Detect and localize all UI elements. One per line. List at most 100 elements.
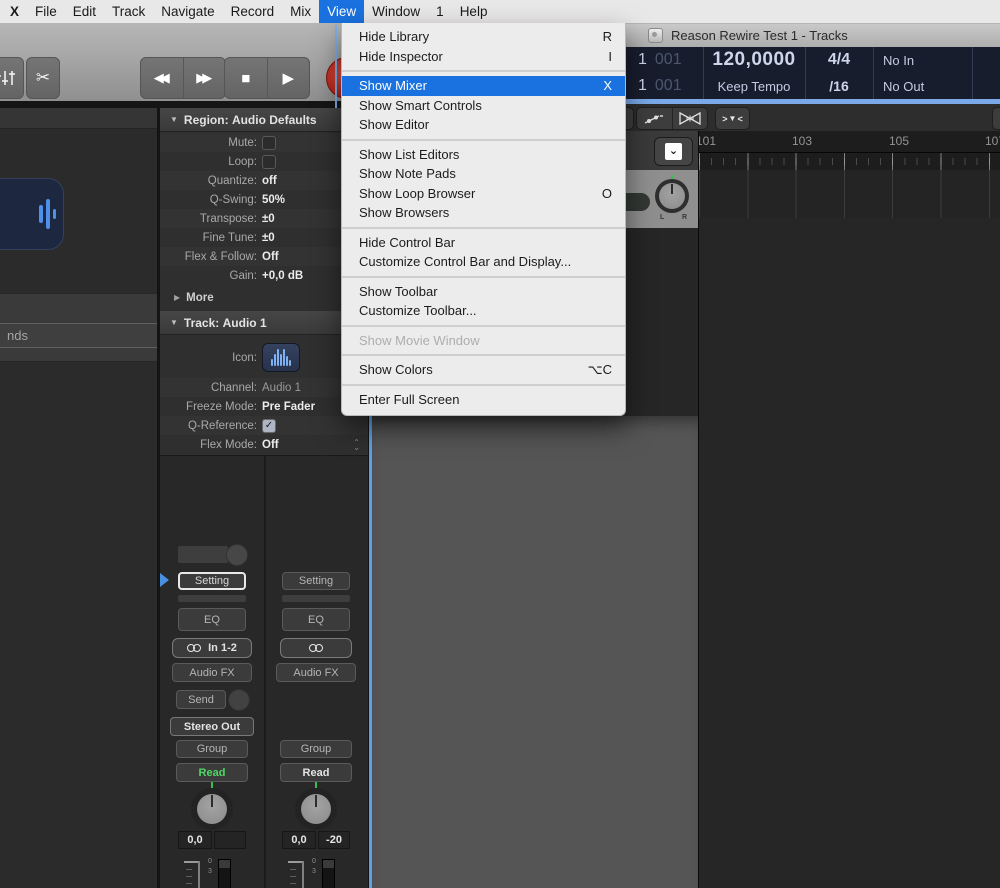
- menu-item-show-colors[interactable]: Show Colors ⌥C: [342, 360, 625, 380]
- menubar-item-track[interactable]: Track: [104, 0, 153, 23]
- inspector-row-flexfollow[interactable]: Flex & Follow: Off: [160, 247, 368, 266]
- lcd-tempo-mode-cell[interactable]: Keep Tempo: [703, 73, 805, 99]
- tracks-window-titlebar[interactable]: Reason Rewire Test 1 - Tracks: [626, 23, 1000, 48]
- automation-button-right[interactable]: Read: [280, 763, 352, 782]
- lcd-divider: [873, 47, 874, 99]
- mute-checkbox[interactable]: [262, 136, 276, 150]
- lcd-signature-cell[interactable]: 4/4: [805, 47, 873, 73]
- menubar-item-navigate[interactable]: Navigate: [153, 0, 222, 23]
- inspector-row-qswing[interactable]: Q-Swing: 50%: [160, 190, 368, 209]
- input-button-right[interactable]: [280, 638, 352, 658]
- rewind-button[interactable]: ◀◀: [141, 58, 183, 98]
- flex-button[interactable]: [672, 108, 708, 129]
- lcd-position-bar2[interactable]: 1 001: [638, 73, 682, 99]
- menu-item-hide-control-bar[interactable]: Hide Control Bar: [342, 233, 625, 253]
- menubar-item-view[interactable]: View: [319, 0, 364, 23]
- inspector-row-mute[interactable]: Mute:: [160, 133, 368, 152]
- stop-button[interactable]: ■: [225, 58, 267, 98]
- gain-knob[interactable]: [226, 544, 248, 566]
- lcd-position-bar[interactable]: 1 001: [638, 47, 682, 73]
- pan-knob-pointer: [671, 184, 673, 194]
- menu-item-customize-control-bar[interactable]: Customize Control Bar and Display...: [342, 252, 625, 272]
- menu-item-hide-inspector[interactable]: Hide Inspector I: [342, 47, 625, 67]
- setting-button-left[interactable]: Setting: [178, 572, 246, 590]
- toolbar-partial-button-right[interactable]: [992, 107, 1000, 130]
- automation-button[interactable]: [637, 108, 672, 129]
- forward-button[interactable]: ▶▶: [183, 58, 226, 98]
- inspector-row-icon[interactable]: Icon:: [160, 339, 368, 376]
- setting-button-right[interactable]: Setting: [282, 572, 350, 590]
- menu-item-show-browsers[interactable]: Show Browsers: [342, 203, 625, 223]
- patch-icon-tile[interactable]: [0, 178, 64, 250]
- catch-playhead-button[interactable]: >▼<: [715, 107, 750, 130]
- inspector-row-loop[interactable]: Loop:: [160, 152, 368, 171]
- send-button-left[interactable]: Send: [176, 690, 226, 709]
- track-icon[interactable]: [262, 343, 300, 372]
- bar-ruler[interactable]: 101 103 105 107: [698, 131, 1000, 170]
- fader-track-right[interactable]: [302, 861, 304, 888]
- lcd-display[interactable]: 1 001 1 001 120,0000 Keep Tempo 4/4 /16 …: [626, 47, 1000, 99]
- track-header-top: ⌄: [626, 131, 698, 171]
- menubar-item-file[interactable]: File: [27, 0, 65, 23]
- menubar-item-mix[interactable]: Mix: [282, 0, 319, 23]
- volume-value-left[interactable]: 0,0: [178, 831, 212, 849]
- menu-item-show-list-editors[interactable]: Show List Editors: [342, 145, 625, 165]
- inspector-row-quantize[interactable]: Quantize: off: [160, 171, 368, 190]
- lcd-tempo-cell[interactable]: 120,0000: [703, 47, 805, 73]
- eq-button-left[interactable]: EQ: [178, 608, 246, 631]
- scissors-button[interactable]: ✂: [26, 57, 60, 99]
- menu-item-show-mixer[interactable]: Show Mixer X: [342, 76, 625, 96]
- menubar-item-window[interactable]: Window: [364, 0, 428, 23]
- automation-button-left[interactable]: Read: [176, 763, 248, 782]
- play-button[interactable]: ▶: [267, 58, 310, 98]
- meter-value-right[interactable]: -20: [318, 831, 350, 849]
- qreference-checkbox[interactable]: ✓: [262, 419, 276, 433]
- menu-item-show-toolbar[interactable]: Show Toolbar: [342, 282, 625, 302]
- inspector-row-finetune[interactable]: Fine Tune: ±0: [160, 228, 368, 247]
- lcd-input-cell[interactable]: No In: [883, 47, 914, 73]
- levels-button[interactable]: [0, 57, 24, 99]
- inspector-row-flexmode[interactable]: Flex Mode: Off ⌃⌄: [160, 435, 368, 454]
- meter-value-left[interactable]: [214, 831, 246, 849]
- volume-value-right[interactable]: 0,0: [282, 831, 316, 849]
- group-button-right[interactable]: Group: [280, 740, 352, 758]
- inspector-row-qreference[interactable]: Q-Reference: ✓: [160, 416, 368, 435]
- levels-icon: [0, 69, 16, 87]
- menubar-item-help[interactable]: Help: [452, 0, 496, 23]
- gain-display[interactable]: [178, 546, 228, 563]
- menubar-item-record[interactable]: Record: [223, 0, 283, 23]
- output-button-left[interactable]: Stereo Out: [170, 717, 254, 736]
- input-button-left[interactable]: In 1-2: [172, 638, 252, 658]
- audiofx-button-left[interactable]: Audio FX: [172, 663, 252, 682]
- menubar-item-edit[interactable]: Edit: [65, 0, 104, 23]
- track-fader[interactable]: [626, 193, 650, 211]
- inspector-row-transpose[interactable]: Transpose: ±0: [160, 209, 368, 228]
- loop-checkbox[interactable]: [262, 155, 276, 169]
- inspector-row-freeze[interactable]: Freeze Mode: Pre Fader: [160, 397, 368, 416]
- inspector-row-gain[interactable]: Gain: +0,0 dB: [160, 266, 368, 285]
- menubar-item-app[interactable]: X: [0, 0, 27, 23]
- track-lane[interactable]: [698, 170, 1000, 219]
- menu-item-customize-toolbar[interactable]: Customize Toolbar...: [342, 301, 625, 321]
- menu-item-hide-library[interactable]: Hide Library R: [342, 27, 625, 47]
- menu-item-show-smart-controls[interactable]: Show Smart Controls: [342, 96, 625, 116]
- audiofx-button-right[interactable]: Audio FX: [276, 663, 356, 682]
- menu-item-show-editor[interactable]: Show Editor: [342, 115, 625, 135]
- send-knob-left[interactable]: [228, 689, 250, 711]
- group-button-left[interactable]: Group: [176, 740, 248, 758]
- track-inspector-header[interactable]: ▼ Track: Audio 1: [160, 311, 368, 335]
- region-more-disclosure[interactable]: ▶ More: [160, 285, 368, 310]
- region-inspector-header[interactable]: ▼ Region: Audio Defaults: [160, 108, 368, 132]
- lcd-output-cell[interactable]: No Out: [883, 73, 924, 99]
- patch-name-field[interactable]: nds: [0, 323, 157, 348]
- track-sort-dropdown[interactable]: ⌄: [654, 137, 693, 166]
- menubar-item-1[interactable]: 1: [428, 0, 452, 23]
- flexmode-stepper[interactable]: ⌃⌄: [353, 440, 360, 450]
- menu-item-show-loop-browser[interactable]: Show Loop Browser O: [342, 184, 625, 204]
- fader-track-left[interactable]: [198, 861, 200, 888]
- lcd-division-cell[interactable]: /16: [805, 73, 873, 99]
- eq-button-right[interactable]: EQ: [282, 608, 350, 631]
- inspector-row-channel[interactable]: Channel: Audio 1: [160, 378, 368, 397]
- menu-item-enter-full-screen[interactable]: Enter Full Screen: [342, 390, 625, 410]
- menu-item-show-note-pads[interactable]: Show Note Pads: [342, 164, 625, 184]
